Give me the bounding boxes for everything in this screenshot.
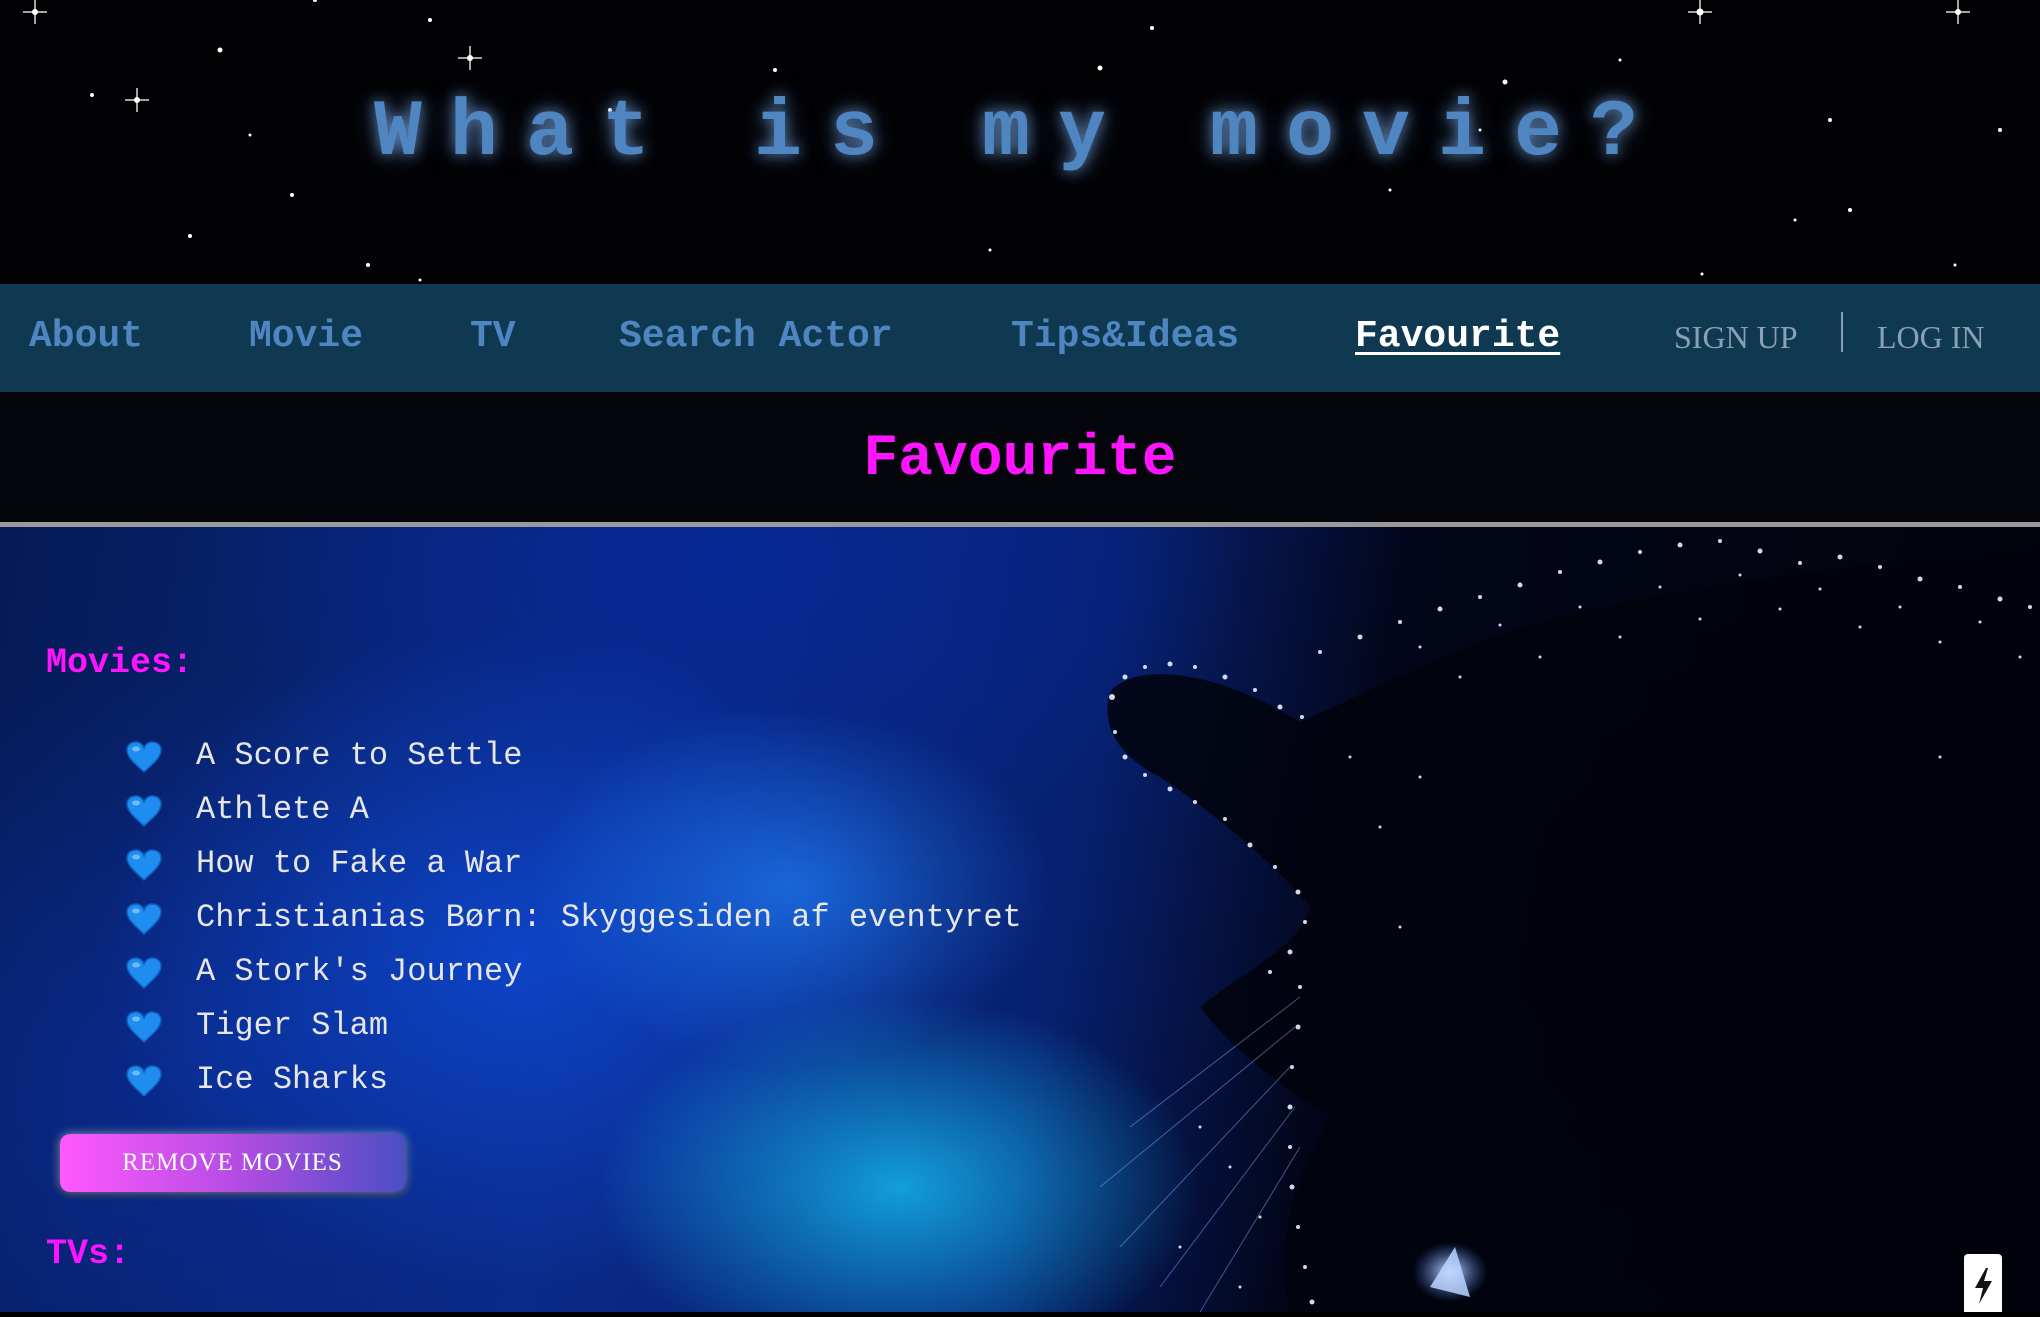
movie-title: How to Fake a War [196,845,523,882]
remove-movies-button[interactable]: REMOVE MOVIES [60,1134,405,1192]
list-item: A Stork's Journey [0,945,1022,999]
nav-item-tv[interactable]: TV [470,314,516,360]
movies-section-label: Movies: [46,643,194,683]
blue-heart-icon [126,741,162,773]
list-item: A Score to Settle [0,729,1022,783]
movie-title: Christianias Børn: Skyggesiden af eventy… [196,899,1022,936]
list-item: How to Fake a War [0,837,1022,891]
nav-item-favourite[interactable]: Favourite [1355,314,1560,360]
blue-heart-icon [126,1065,162,1097]
log-in-link[interactable]: LOG IN [1877,316,1985,358]
nav-item-about[interactable]: About [29,314,143,360]
movie-title: Ice Sharks [196,1061,389,1098]
site-header: What is my movie? [0,0,2040,284]
nav-item-movie[interactable]: Movie [249,314,363,360]
page-heading-bar: Favourite [0,392,2040,522]
main-nav: About Movie TV Search Actor Tips&Ideas F… [0,284,2040,392]
site-title: What is my movie? [373,88,1667,179]
favourite-movies-list: A Score to Settle Athlete A How to Fake … [0,729,1022,1107]
blue-heart-icon [126,1011,162,1043]
auth-divider [1841,312,1843,352]
nav-item-search-actor[interactable]: Search Actor [619,314,893,360]
list-item: Christianias Børn: Skyggesiden af eventy… [0,891,1022,945]
sign-up-link[interactable]: SIGN UP [1674,316,1798,358]
blue-heart-icon [126,957,162,989]
blue-heart-icon [126,849,162,881]
favourites-content: Movies: A Score to Settle Athlete A How … [0,527,2040,1312]
movie-title: Athlete A [196,791,369,828]
page-title: Favourite [863,427,1177,492]
nav-item-tips-ideas[interactable]: Tips&Ideas [1011,314,1239,360]
lightning-bolt-icon [1975,1268,1992,1304]
quick-action-badge[interactable] [1964,1254,2002,1312]
tvs-section-label: TVs: [46,1234,131,1274]
list-item: Ice Sharks [0,1053,1022,1107]
blue-heart-icon [126,903,162,935]
list-item: Tiger Slam [0,999,1022,1053]
movie-title: A Stork's Journey [196,953,523,990]
movie-title: A Score to Settle [196,737,523,774]
movie-title: Tiger Slam [196,1007,389,1044]
blue-heart-icon [126,795,162,827]
list-item: Athlete A [0,783,1022,837]
